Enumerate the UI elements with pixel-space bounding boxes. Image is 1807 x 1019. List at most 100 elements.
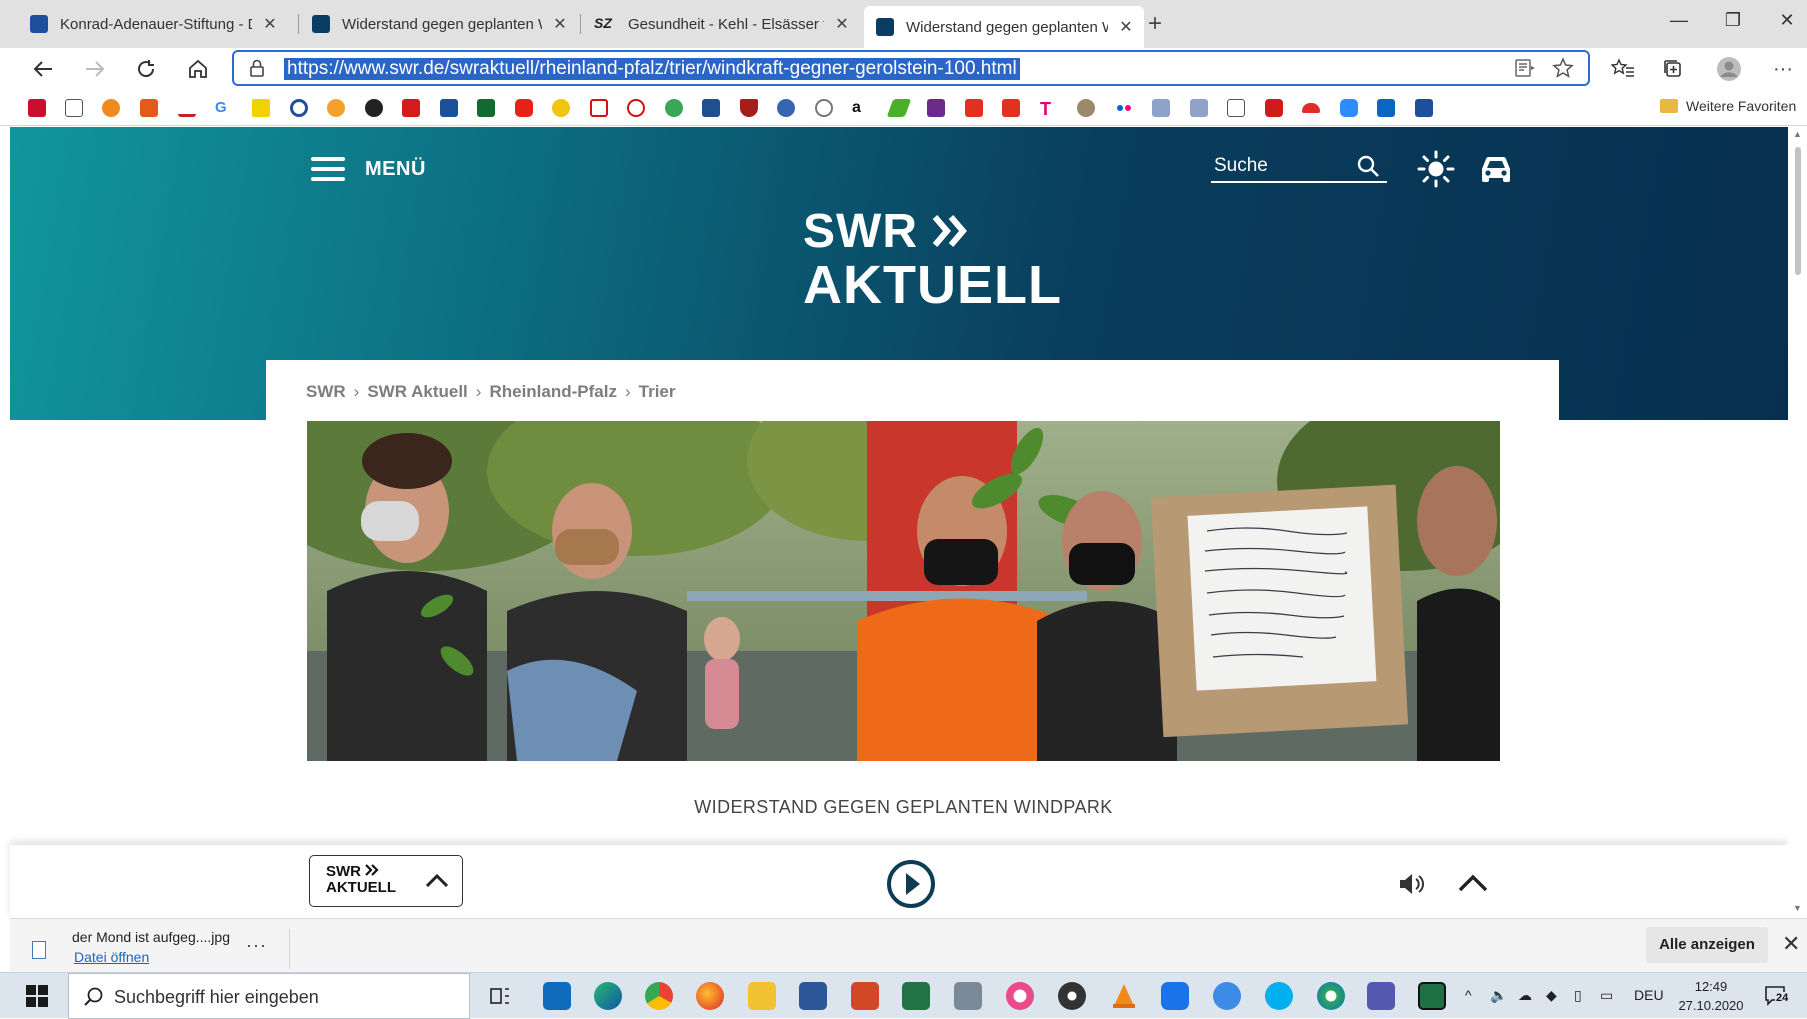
weather-sun-icon[interactable]: [1416, 149, 1456, 189]
bookmark-icon[interactable]: [815, 99, 833, 117]
bookmark-icon[interactable]: [327, 99, 345, 117]
scroll-up-arrow-icon[interactable]: ▲: [1793, 129, 1802, 139]
page-bookmark-icon[interactable]: [65, 99, 83, 117]
notification-center-icon[interactable]: 24: [1764, 985, 1790, 1007]
traffic-car-icon[interactable]: [1476, 151, 1516, 187]
lock-icon[interactable]: [248, 58, 266, 83]
google-icon[interactable]: G: [215, 99, 233, 117]
calculator-icon[interactable]: [954, 982, 982, 1010]
word-icon[interactable]: [799, 982, 827, 1010]
bookmark-icon[interactable]: [627, 99, 645, 117]
bookmark-icon[interactable]: [102, 99, 120, 117]
article-photo[interactable]: [307, 421, 1500, 761]
bookmark-icon[interactable]: [1152, 99, 1170, 117]
expand-player-chevron-icon[interactable]: [1457, 869, 1489, 897]
close-tab-icon[interactable]: ✕: [260, 14, 280, 34]
bookmark-icon[interactable]: [552, 99, 570, 117]
skype-icon[interactable]: [1265, 982, 1293, 1010]
onedrive-icon[interactable]: ☁: [1518, 987, 1532, 1004]
tab-sz-gesundheit[interactable]: SZ Gesundheit - Kehl - Elsässer fürch ✕: [582, 6, 860, 42]
usb-icon[interactable]: ▯: [1574, 987, 1582, 1004]
menu-button[interactable]: MENÜ: [311, 157, 426, 181]
app-icon[interactable]: [1418, 982, 1446, 1010]
close-tab-icon[interactable]: ✕: [1116, 17, 1136, 37]
teamviewer-icon[interactable]: [1161, 982, 1189, 1010]
firefox-icon[interactable]: [696, 982, 724, 1010]
media-player-icon[interactable]: [1058, 982, 1086, 1010]
edge-icon[interactable]: [594, 982, 622, 1010]
speaker-icon[interactable]: 🔈: [1490, 987, 1507, 1004]
reader-mode-icon[interactable]: [1514, 57, 1536, 84]
bookmark-icon[interactable]: [1265, 99, 1283, 117]
forward-icon[interactable]: [80, 54, 110, 84]
swr-aktuell-logo[interactable]: SWR AKTUELL: [803, 207, 1062, 314]
linkedin-icon[interactable]: [1377, 99, 1395, 117]
close-window-icon[interactable]: ✕: [1772, 10, 1802, 31]
back-icon[interactable]: [28, 54, 58, 84]
tab-swr-1[interactable]: Widerstand gegen geplanten Wi ✕: [300, 6, 578, 42]
bookmark-icon[interactable]: [477, 99, 495, 117]
input-language[interactable]: DEU: [1634, 987, 1664, 1003]
tab-konrad-adenauer[interactable]: Konrad-Adenauer-Stiftung - Digi ✕: [18, 6, 288, 42]
taskbar-search-box[interactable]: Suchbegriff hier eingeben: [68, 973, 470, 1019]
open-file-link[interactable]: Datei öffnen: [74, 949, 149, 965]
bookmark-icon[interactable]: [290, 99, 308, 117]
itunes-icon[interactable]: [1006, 982, 1034, 1010]
breadcrumb-trier[interactable]: Trier: [639, 382, 676, 402]
amazon-icon[interactable]: a: [852, 99, 870, 117]
db-icon[interactable]: [590, 99, 608, 117]
close-tab-icon[interactable]: ✕: [550, 14, 570, 34]
bookmark-icon[interactable]: [178, 99, 196, 117]
sparkasse-icon[interactable]: [965, 99, 983, 117]
app-icon[interactable]: [1317, 982, 1345, 1010]
bookmark-icon[interactable]: [886, 99, 912, 117]
address-bar[interactable]: https://www.swr.de/swraktuell/rheinland-…: [232, 50, 1590, 86]
system-clock[interactable]: 12:49 27.10.2020: [1672, 977, 1750, 1015]
breadcrumb-swr-aktuell[interactable]: SWR Aktuell: [367, 382, 467, 402]
bookmark-icon[interactable]: [777, 99, 795, 117]
show-all-downloads-button[interactable]: Alle anzeigen: [1646, 927, 1768, 963]
show-hidden-icons-chevron-icon[interactable]: ^: [1465, 987, 1472, 1003]
breadcrumb-swr[interactable]: SWR: [306, 382, 346, 402]
more-favorites-folder[interactable]: Weitere Favoriten: [1660, 98, 1796, 114]
task-view-icon[interactable]: [486, 982, 514, 1010]
vlc-icon[interactable]: [1110, 982, 1138, 1010]
kas-bookmark-icon[interactable]: [1415, 99, 1433, 117]
outlook-icon[interactable]: [543, 982, 571, 1010]
collections-icon[interactable]: [1658, 54, 1688, 84]
bookmark-icon[interactable]: [1190, 99, 1208, 117]
tab-swr-active[interactable]: Widerstand gegen geplanten Wi ✕: [864, 6, 1144, 48]
breadcrumb-rheinland-pfalz[interactable]: Rheinland-Pfalz: [489, 382, 617, 402]
profile-avatar-icon[interactable]: [1714, 54, 1744, 84]
bookmark-icon[interactable]: [1302, 103, 1320, 113]
zoom-icon[interactable]: [1340, 99, 1358, 117]
close-tab-icon[interactable]: ✕: [832, 14, 852, 34]
bookmark-icon[interactable]: [365, 99, 383, 117]
scroll-down-arrow-icon[interactable]: ▼: [1793, 903, 1802, 913]
app-icon[interactable]: [1213, 982, 1241, 1010]
sparkasse-icon[interactable]: [1002, 99, 1020, 117]
download-item[interactable]: der Mond ist aufgeg....jpg Datei öffnen …: [32, 929, 290, 969]
teams-icon[interactable]: [1367, 982, 1395, 1010]
file-explorer-icon[interactable]: [748, 982, 776, 1010]
bookmark-icon[interactable]: [665, 99, 683, 117]
play-button[interactable]: [886, 859, 936, 909]
page-scrollbar[interactable]: ▲ ▼: [1788, 127, 1807, 918]
download-more-button[interactable]: ···: [246, 935, 267, 956]
chrome-icon[interactable]: [645, 982, 673, 1010]
search-icon[interactable]: [1355, 153, 1381, 179]
reload-icon[interactable]: [131, 54, 161, 84]
bookmark-icon[interactable]: [1077, 99, 1095, 117]
bookmark-icon[interactable]: [702, 99, 720, 117]
url-text[interactable]: https://www.swr.de/swraktuell/rheinland-…: [284, 58, 1020, 80]
new-tab-button[interactable]: +: [1148, 10, 1162, 38]
bookmark-icon[interactable]: [927, 99, 945, 117]
bookmark-icon[interactable]: [252, 99, 270, 117]
home-icon[interactable]: [183, 54, 213, 84]
close-download-bar-icon[interactable]: ✕: [1782, 931, 1800, 957]
bookmark-icon[interactable]: [740, 99, 758, 117]
page-bookmark-icon[interactable]: [1227, 99, 1245, 117]
bookmark-icon[interactable]: [440, 99, 458, 117]
network-icon[interactable]: ▭: [1600, 987, 1613, 1004]
scrollbar-thumb[interactable]: [1795, 147, 1801, 275]
